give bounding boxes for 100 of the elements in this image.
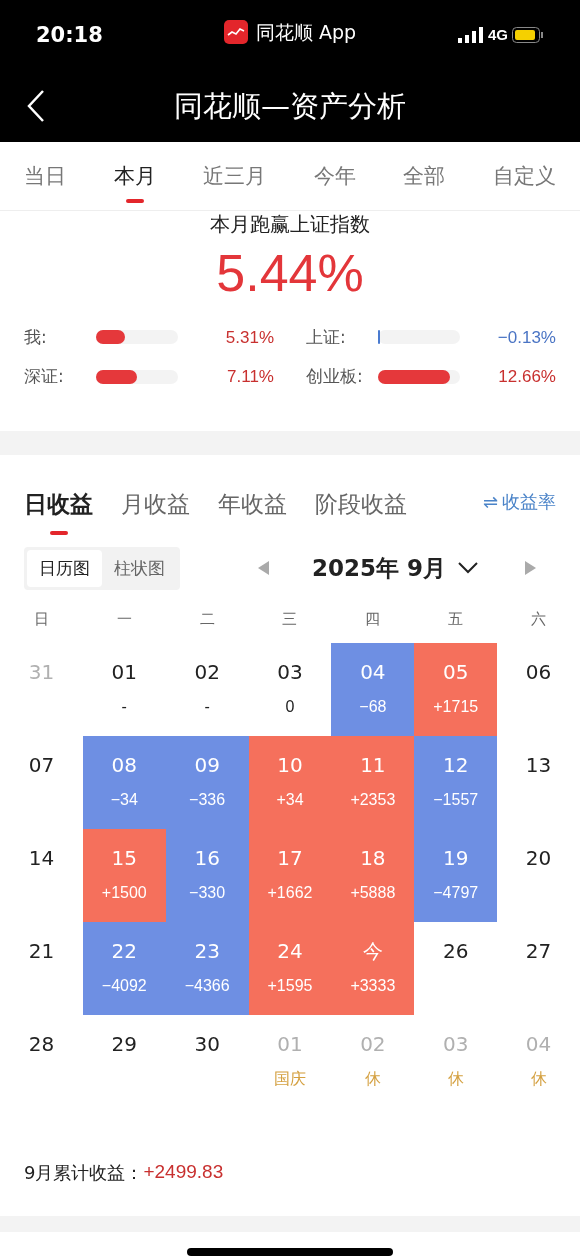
signal-icon xyxy=(458,27,484,44)
calendar-day[interactable]: 18 +5888 xyxy=(331,828,415,922)
calendar-day[interactable]: 06 xyxy=(497,642,580,736)
day-number: 23 xyxy=(194,937,220,965)
weekday-label: 四 xyxy=(364,609,382,631)
calendar-day[interactable]: 09 −336 xyxy=(165,735,249,829)
day-earnings: +34 xyxy=(276,789,304,810)
holiday-note: 休 xyxy=(447,1067,464,1090)
day-earnings: −68 xyxy=(359,696,387,717)
calendar-day[interactable]: 01 - xyxy=(82,642,166,736)
next-month-icon[interactable] xyxy=(524,561,536,576)
period-tab[interactable]: 近三月 xyxy=(203,147,267,205)
day-number: 22 xyxy=(111,937,137,965)
holiday-note: 休 xyxy=(530,1067,547,1090)
earnings-tab[interactable]: 日收益 xyxy=(24,468,93,535)
day-earnings: −34 xyxy=(110,789,138,810)
calendar-day[interactable]: 26 xyxy=(414,921,498,1015)
day-number: 13 xyxy=(525,751,552,779)
day-number: 04 xyxy=(360,658,386,686)
day-number: 29 xyxy=(111,1030,137,1058)
calendar-day[interactable]: 27 xyxy=(497,921,580,1015)
index-reading: 7.11% xyxy=(227,366,274,389)
holiday-note: 休 xyxy=(364,1067,381,1090)
period-tab[interactable]: 本月 xyxy=(113,147,156,205)
calendar-day[interactable]: 29 xyxy=(82,1014,166,1108)
weekday-label: 日 xyxy=(32,609,50,631)
calendar-day[interactable]: 12 −1557 xyxy=(414,735,498,829)
weekday-label: 一 xyxy=(115,609,133,631)
app-icon xyxy=(223,20,248,45)
calendar-day[interactable]: 15 +1500 xyxy=(82,828,166,922)
summary-heading: 本月跑赢上证指数 xyxy=(210,210,370,238)
day-number: 02 xyxy=(194,658,220,686)
day-earnings: −336 xyxy=(189,789,226,810)
day-number: 09 xyxy=(194,751,220,779)
calendar-day[interactable]: 21 xyxy=(0,921,83,1015)
calendar-day[interactable]: 20 xyxy=(497,828,580,922)
day-number: 17 xyxy=(277,844,303,872)
period-tab[interactable]: 自定义 xyxy=(492,147,556,205)
calendar-day[interactable]: 11 +2353 xyxy=(331,735,415,829)
day-number: 05 xyxy=(443,658,469,686)
day-number: 31 xyxy=(28,658,55,686)
weekday-label: 五 xyxy=(447,609,465,631)
weekday-label: 六 xyxy=(530,609,548,631)
day-earnings: +3333 xyxy=(350,975,396,996)
holiday-note: 国庆 xyxy=(274,1067,306,1090)
calendar-day[interactable]: 04 −68 xyxy=(331,642,415,736)
calendar-day[interactable]: 03 休 xyxy=(414,1014,498,1108)
calendar-day[interactable]: 04 休 xyxy=(497,1014,580,1108)
day-number: 19 xyxy=(443,844,469,872)
calendar-day[interactable]: 02 休 xyxy=(331,1014,415,1108)
calendar-day[interactable]: 10 +34 xyxy=(248,735,332,829)
index-reading: 5.31% xyxy=(225,326,274,349)
earnings-tab[interactable]: 阶段收益 xyxy=(315,468,407,535)
previous-month-icon[interactable] xyxy=(258,561,270,576)
earnings-tab[interactable]: 年收益 xyxy=(218,468,287,535)
calendar-day[interactable]: 01 国庆 xyxy=(248,1014,332,1108)
day-number: 02 xyxy=(360,1030,386,1058)
calendar-day[interactable]: 28 xyxy=(0,1014,83,1108)
day-earnings: - xyxy=(204,696,210,717)
day-earnings: −330 xyxy=(189,882,226,903)
day-number: 03 xyxy=(277,658,303,686)
network-label: 4G xyxy=(488,25,508,45)
day-earnings: +2353 xyxy=(350,789,396,810)
calendar-day[interactable]: 02 - xyxy=(165,642,249,736)
day-number: 18 xyxy=(360,844,386,872)
day-number: 21 xyxy=(28,937,55,965)
calendar-day[interactable]: 14 xyxy=(0,828,83,922)
period-tab[interactable]: 全部 xyxy=(403,147,446,205)
index-label: 深证: xyxy=(24,365,65,389)
calendar-day[interactable]: 30 xyxy=(165,1014,249,1108)
calendar-day[interactable]: 05 +1715 xyxy=(414,642,498,736)
calendar-day[interactable]: 17 +1662 xyxy=(248,828,332,922)
month-total-label: 9月累计收益： xyxy=(24,1160,144,1185)
day-earnings: +1500 xyxy=(101,882,147,903)
calendar-day[interactable]: 22 −4092 xyxy=(82,921,166,1015)
calendar-day[interactable]: 24 +1595 xyxy=(248,921,332,1015)
day-number: 16 xyxy=(194,844,220,872)
day-number: 11 xyxy=(360,751,386,779)
period-tab[interactable]: 今年 xyxy=(313,147,356,205)
back-icon[interactable] xyxy=(26,89,46,124)
period-tab[interactable]: 当日 xyxy=(24,147,66,205)
chevron-down-icon xyxy=(458,562,479,575)
calendar-day[interactable]: 16 −330 xyxy=(165,828,249,922)
view-option[interactable]: 柱状图 xyxy=(102,549,177,588)
month-picker[interactable]: 2025年 9月 xyxy=(312,551,479,586)
day-number: 15 xyxy=(111,844,137,872)
day-number: 06 xyxy=(525,658,552,686)
calendar-day[interactable]: 今 +3333 xyxy=(331,921,415,1015)
index-label: 我: xyxy=(24,325,48,349)
calendar-day[interactable]: 23 −4366 xyxy=(165,921,249,1015)
view-option[interactable]: 日历图 xyxy=(27,549,102,588)
day-number: 14 xyxy=(28,844,55,872)
rate-toggle[interactable]: ⇌ 收益率 xyxy=(482,488,556,516)
weekday-label: 三 xyxy=(281,609,299,631)
calendar-day[interactable]: 07 xyxy=(0,735,83,829)
calendar-day[interactable]: 03 0 xyxy=(248,642,332,736)
calendar-day[interactable]: 19 −4797 xyxy=(414,828,498,922)
calendar-day[interactable]: 13 xyxy=(497,735,580,829)
calendar-day[interactable]: 08 −34 xyxy=(82,735,166,829)
earnings-tab[interactable]: 月收益 xyxy=(121,468,190,535)
